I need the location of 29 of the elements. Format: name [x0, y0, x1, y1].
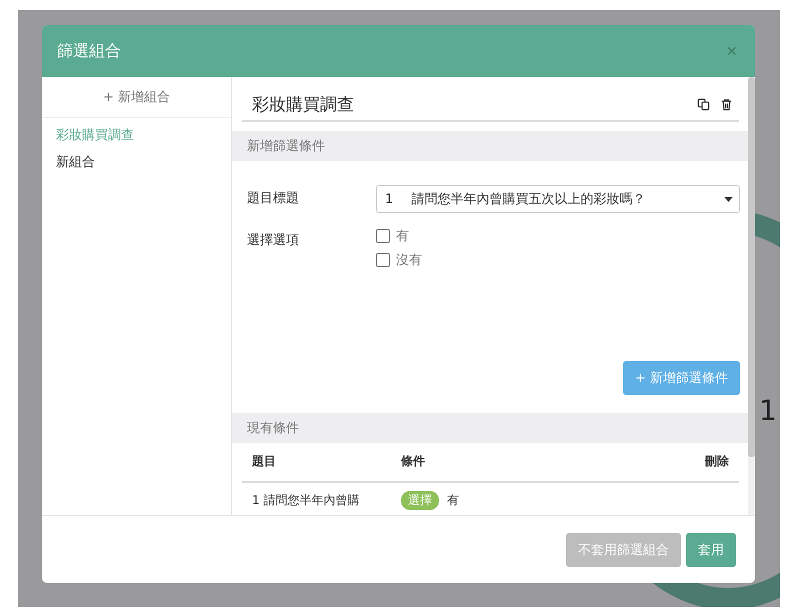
column-header: 題目	[252, 453, 277, 470]
option-label: 有	[396, 228, 409, 245]
caret-icon	[724, 196, 733, 202]
column-header: 刪除	[705, 453, 729, 470]
options-label: 選擇選項	[247, 232, 300, 249]
dialog-title: 篩選組合	[57, 40, 121, 62]
close-button[interactable]: ×	[726, 40, 737, 62]
add-condition-button[interactable]: + 新增篩選條件	[622, 361, 740, 395]
group-item[interactable]: 彩妝購買調查	[56, 126, 134, 144]
group-item[interactable]: 新組合	[56, 153, 95, 171]
column-header: 條件	[401, 453, 426, 470]
checkbox[interactable]	[376, 253, 390, 267]
table-cell: 有	[447, 492, 459, 509]
copy-icon[interactable]	[697, 98, 710, 111]
question-label: 題目標題	[247, 190, 300, 207]
condition-tag: 選擇	[401, 491, 439, 510]
scrollbar-thumb[interactable]	[748, 77, 755, 457]
option-label: 沒有	[396, 252, 422, 269]
add-group-button[interactable]: + 新增組合	[42, 85, 231, 118]
apply-button[interactable]: 套用	[686, 532, 736, 566]
question-select[interactable]: 1 請問您半年內曾購買五次以上的彩妝嗎？	[376, 185, 740, 213]
delete-icon[interactable]	[720, 98, 733, 111]
backdrop-number: 1	[759, 394, 777, 427]
section-title: 新增篩選條件	[247, 139, 325, 154]
cancel-filter-button[interactable]: 不套用篩選組合	[566, 532, 681, 566]
section-title: 現有條件	[247, 421, 299, 436]
checkbox[interactable]	[376, 229, 390, 243]
table-cell-text: 1 請問您半年內曾購	[252, 492, 360, 509]
group-name: 彩妝購買調查	[252, 94, 355, 116]
